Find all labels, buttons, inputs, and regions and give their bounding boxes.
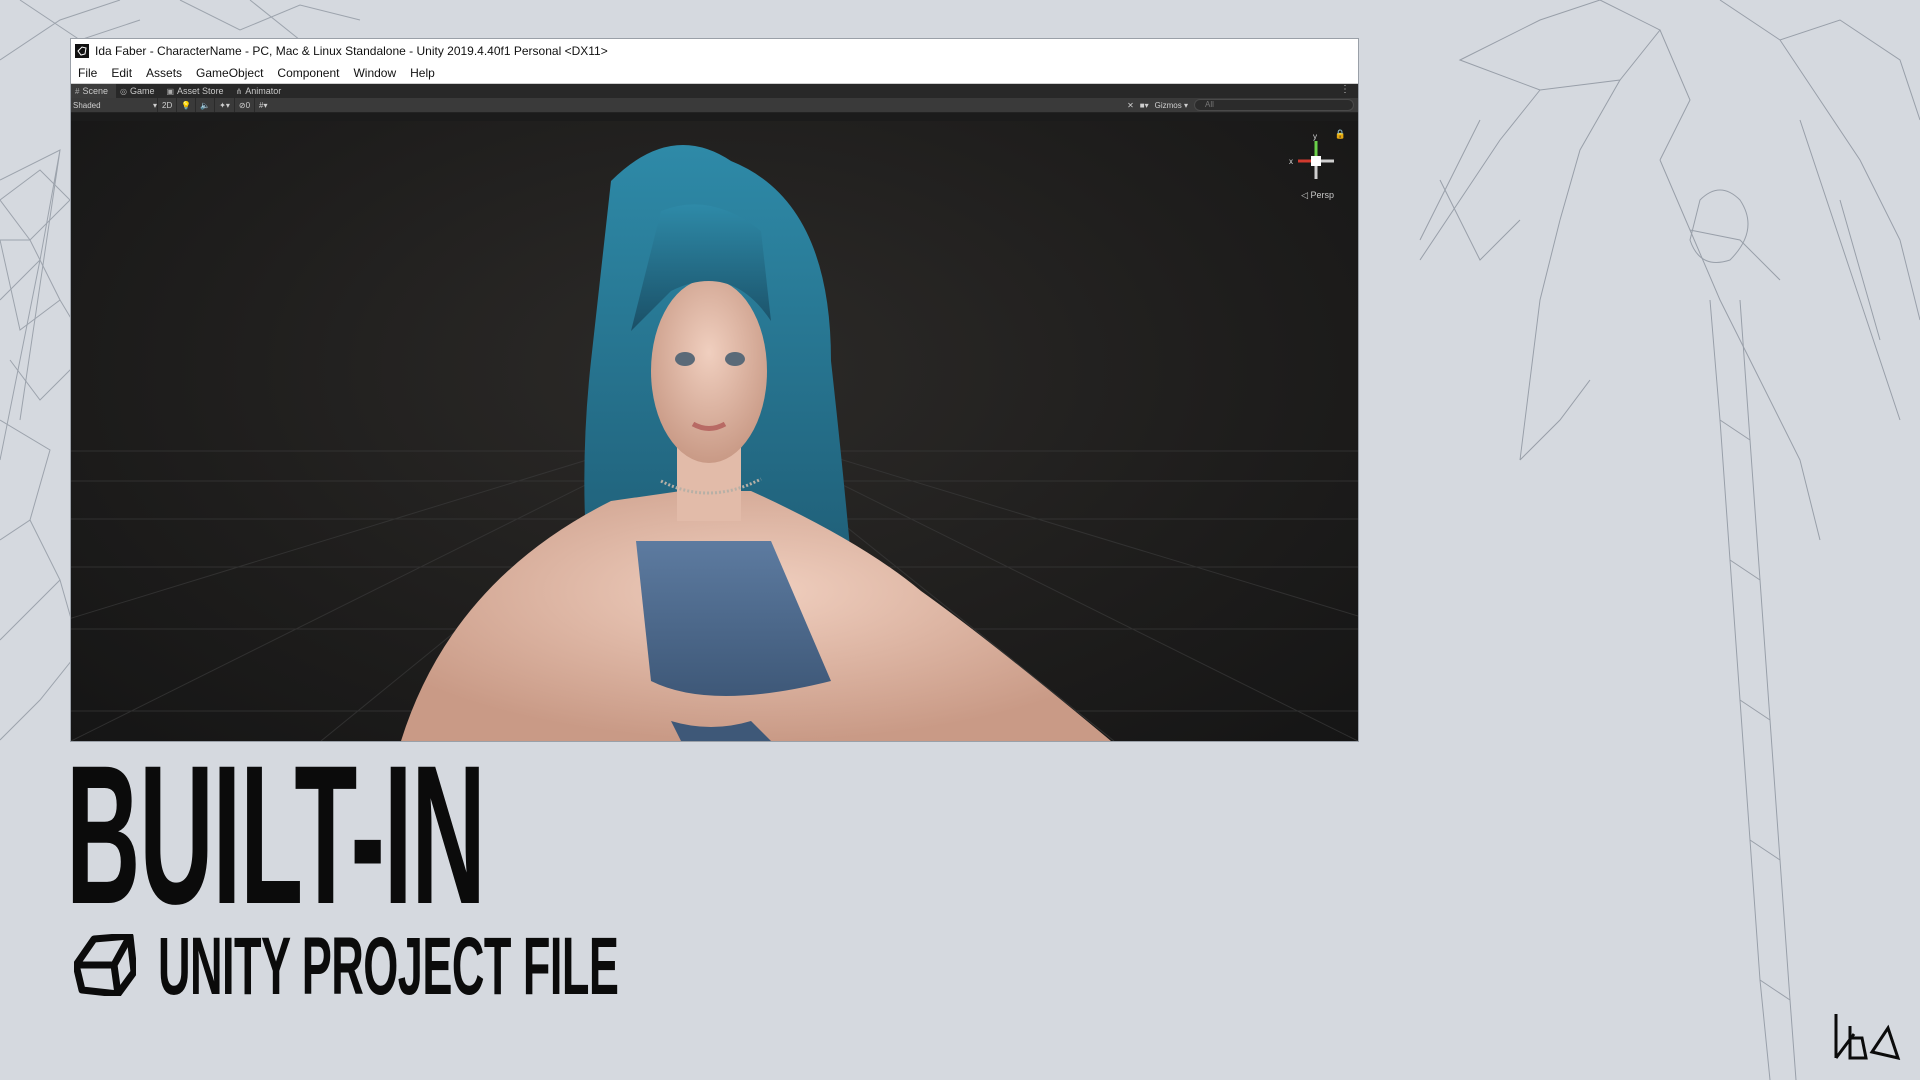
title-bar: Ida Faber - CharacterName - PC, Mac & Li…	[71, 39, 1358, 63]
audio-toggle-icon[interactable]: 🔈	[195, 98, 214, 112]
unity-app-icon	[75, 44, 89, 58]
menu-window[interactable]: Window	[346, 66, 403, 80]
unity-logo-icon	[72, 932, 138, 1001]
projection-label[interactable]: ◁ Persp	[1301, 190, 1334, 201]
shading-mode-dropdown[interactable]: Shaded ▾	[71, 101, 157, 110]
scene-toolbar: Shaded ▾ 2D 💡 🔈 ✦▾ ⊘ 0 #▾ ✕ ■▾ Gizmos ▾ Al…	[71, 98, 1358, 113]
orientation-gizmo[interactable]: y x	[1288, 131, 1342, 195]
brand-signature-logo	[1832, 1012, 1902, 1065]
animator-icon: ⋔	[235, 86, 243, 96]
wireframe-palm-right	[1360, 0, 1920, 1080]
effects-toggle-icon[interactable]: ✦▾	[214, 98, 234, 112]
eye-slash-icon: ⊘	[238, 100, 246, 110]
character-model	[401, 145, 1111, 741]
menu-help[interactable]: Help	[403, 66, 442, 80]
camera-settings-icon[interactable]: ■▾	[1140, 101, 1149, 110]
gizmo-x-label: x	[1289, 157, 1293, 166]
editor-tabs: # Scene ◎ Game ▣ Asset Store ⋔ Animator ⋮	[71, 84, 1358, 98]
tab-asset-store[interactable]: ▣ Asset Store	[162, 84, 231, 98]
menu-gameobject[interactable]: GameObject	[189, 66, 270, 80]
lighting-toggle-icon[interactable]: 💡	[176, 98, 195, 112]
game-icon: ◎	[119, 86, 127, 96]
window-title: Ida Faber - CharacterName - PC, Mac & Li…	[95, 44, 608, 58]
gizmos-dropdown[interactable]: Gizmos ▾	[1155, 101, 1188, 110]
asset-store-icon: ▣	[166, 86, 175, 96]
menu-assets[interactable]: Assets	[139, 66, 189, 80]
menu-component[interactable]: Component	[270, 66, 346, 80]
tab-game[interactable]: ◎ Game	[116, 84, 163, 98]
hidden-objects-toggle[interactable]: ⊘ 0	[233, 98, 254, 112]
scene-viewport[interactable]: 🔒 y x ◁ Persp	[71, 121, 1358, 741]
tab-animator[interactable]: ⋔ Animator	[232, 84, 290, 98]
toolbar-right: ✕ ■▾ Gizmos ▾ All	[1127, 98, 1354, 112]
menu-edit[interactable]: Edit	[104, 66, 139, 80]
grid-toggle-icon[interactable]: #▾	[254, 98, 271, 112]
menu-bar: File Edit Assets GameObject Component Wi…	[71, 63, 1358, 84]
menu-file[interactable]: File	[71, 66, 104, 80]
tools-icon[interactable]: ✕	[1127, 101, 1134, 110]
search-input[interactable]: All	[1194, 99, 1354, 111]
scene-icon: #	[75, 86, 80, 96]
gizmo-y-label: y	[1313, 132, 1317, 141]
toggle-2d-button[interactable]: 2D	[157, 98, 176, 112]
tab-menu-icon[interactable]: ⋮	[1340, 84, 1350, 95]
unity-editor-window: Ida Faber - CharacterName - PC, Mac & Li…	[71, 39, 1358, 741]
headline: BUILT-IN	[66, 724, 486, 945]
subline: UNITY PROJECT FILE	[158, 921, 619, 1012]
tab-scene[interactable]: # Scene	[71, 84, 116, 98]
